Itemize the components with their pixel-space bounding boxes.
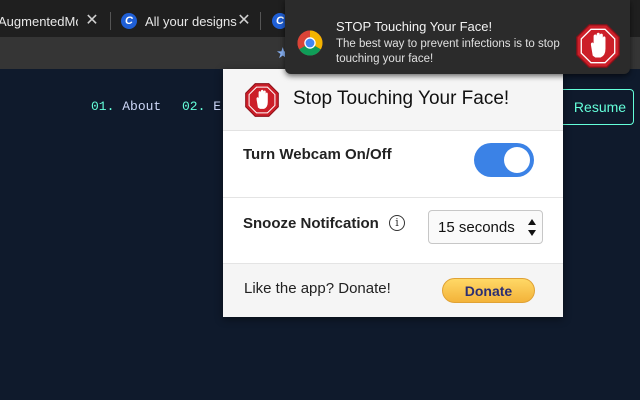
chrome-notification[interactable]: STOP Touching Your Face! The best way to… <box>285 0 630 74</box>
select-arrows-icon <box>527 218 537 238</box>
divider <box>223 197 563 198</box>
snooze-value: 15 seconds <box>438 218 515 236</box>
tab-separator <box>110 12 111 30</box>
toggle-knob <box>504 147 530 173</box>
nav-label: About <box>122 99 162 114</box>
stop-hand-icon <box>245 83 279 117</box>
snooze-select[interactable]: 15 seconds <box>428 210 543 244</box>
chrome-icon <box>297 30 323 56</box>
popup-title: Stop Touching Your Face! <box>293 88 510 109</box>
donate-button[interactable]: Donate <box>442 278 535 303</box>
tab-title: All your designs <box>145 13 237 29</box>
webcam-label: Turn Webcam On/Off <box>243 146 392 163</box>
tab-all-your-designs[interactable]: C All your designs ✕ <box>115 5 258 37</box>
resume-button[interactable]: Resume <box>556 89 634 125</box>
popup-header: Stop Touching Your Face! <box>223 69 563 131</box>
close-icon[interactable]: ✕ <box>236 13 252 29</box>
notification-title: STOP Touching Your Face! <box>336 19 493 34</box>
info-icon[interactable]: i <box>389 215 405 231</box>
webcam-toggle[interactable] <box>474 143 534 177</box>
close-icon[interactable]: ✕ <box>84 13 100 29</box>
snooze-label: Snooze Notifcation <box>243 215 379 232</box>
tab-separator <box>260 12 261 30</box>
nav-item-experience[interactable]: 02. E <box>182 99 221 114</box>
donate-prompt: Like the app? Donate! <box>244 280 391 297</box>
nav-number: 02. <box>182 99 206 114</box>
notification-body: The best way to prevent infections is to… <box>336 38 560 65</box>
stop-hand-icon <box>576 24 620 68</box>
canva-icon: C <box>121 13 137 29</box>
extension-popup: Stop Touching Your Face! Turn Webcam On/… <box>223 69 563 317</box>
nav-item-about[interactable]: 01. About <box>91 99 161 114</box>
nav-label: E <box>213 99 222 114</box>
tab-augmented[interactable]: AugmentedMod ✕ <box>0 5 106 37</box>
nav-number: 01. <box>91 99 115 114</box>
tab-title: AugmentedMod <box>0 13 78 29</box>
